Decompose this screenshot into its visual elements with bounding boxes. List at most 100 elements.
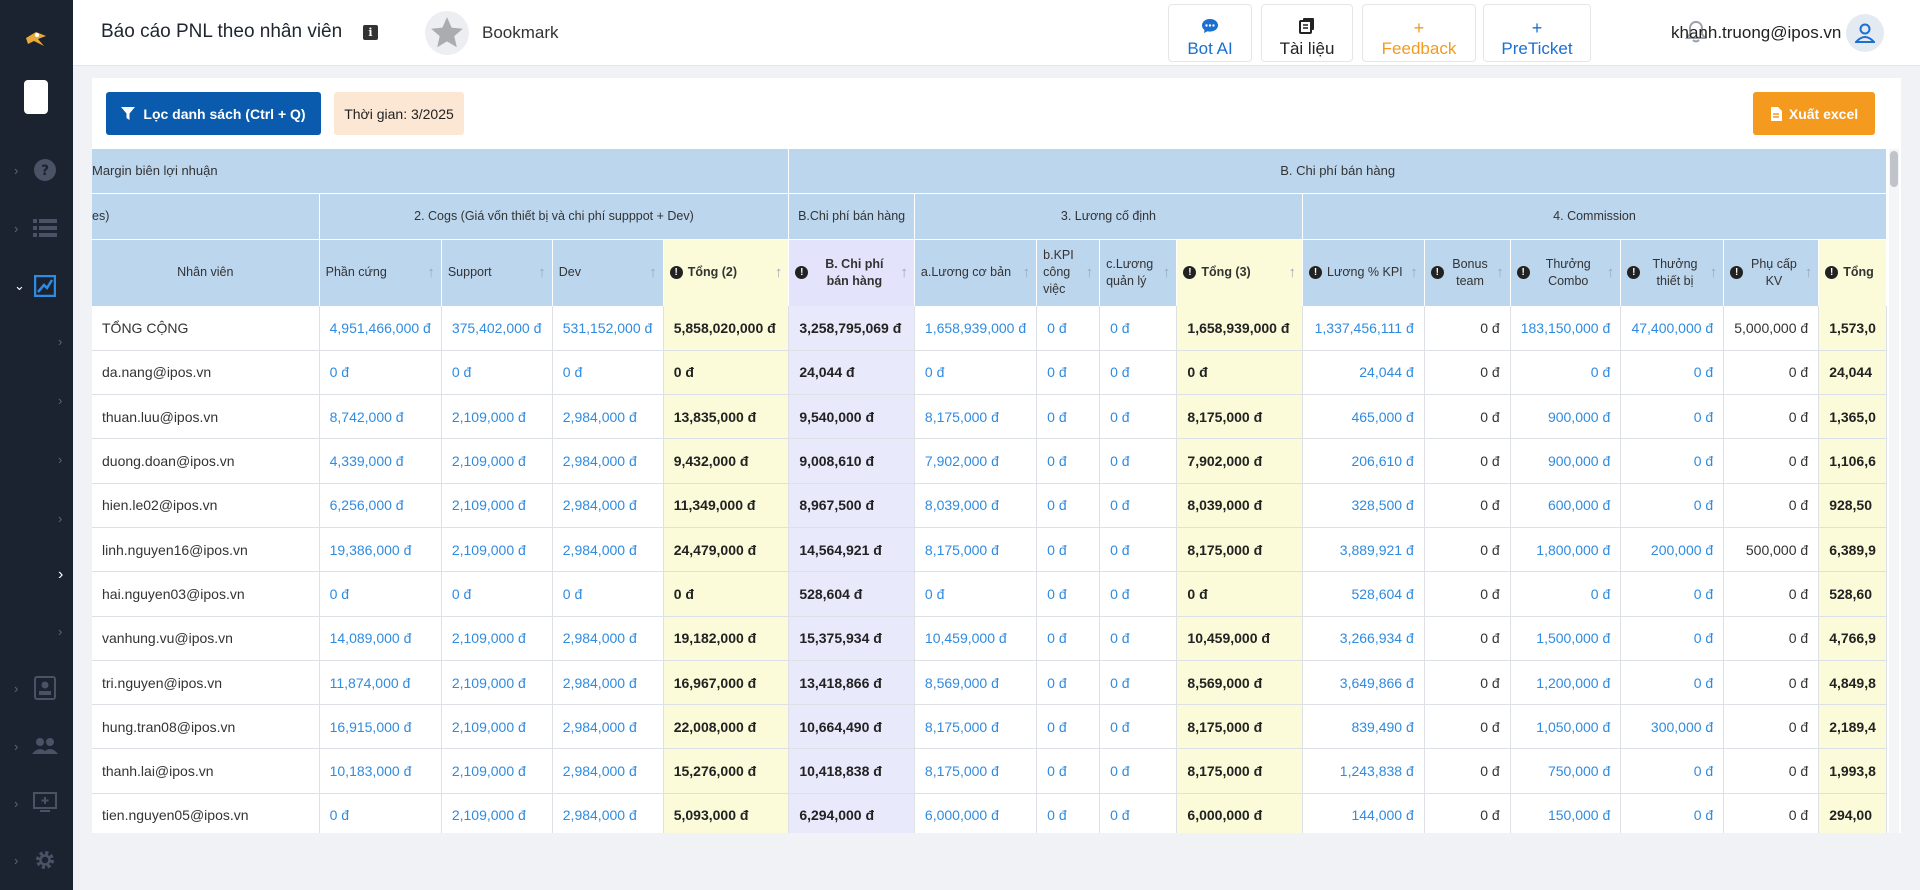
col-header-bonus-team[interactable]: ! Bonus team ↑ xyxy=(1424,239,1511,306)
app-logo[interactable] xyxy=(22,26,50,50)
value-cell[interactable]: 2,984,000 đ xyxy=(552,527,664,573)
value-cell[interactable]: 0 đ xyxy=(1099,527,1178,573)
value-cell[interactable]: 900,000 đ xyxy=(1510,394,1622,440)
value-cell[interactable]: 0 đ xyxy=(441,350,553,396)
value-cell[interactable]: 2,984,000 đ xyxy=(552,660,664,706)
col-header-selling-cost[interactable]: ! B. Chi phí bán hàng ↑ xyxy=(788,239,915,306)
value-cell[interactable]: 2,109,000 đ xyxy=(441,793,553,833)
sidebar-item-monitor[interactable]: › xyxy=(0,785,73,821)
value-cell[interactable]: 3,649,866 đ xyxy=(1302,660,1425,706)
value-cell[interactable]: 0 đ xyxy=(1036,704,1101,750)
value-cell[interactable]: 531,152,000 đ xyxy=(552,306,664,351)
sort-up-icon[interactable]: ↑ xyxy=(1607,264,1615,281)
value-cell[interactable]: 0 đ xyxy=(914,571,1038,617)
value-cell[interactable]: 2,109,000 đ xyxy=(441,616,553,661)
value-cell[interactable]: 0 đ xyxy=(1036,438,1101,484)
value-cell[interactable]: 1,243,838 đ xyxy=(1302,748,1425,794)
chevron-right-icon[interactable]: › xyxy=(58,393,62,408)
sort-up-icon[interactable]: ↑ xyxy=(1410,264,1418,281)
value-cell[interactable]: 47,400,000 đ xyxy=(1620,306,1725,351)
value-cell[interactable]: 2,109,000 đ xyxy=(441,660,553,706)
vertical-scroll-thumb[interactable] xyxy=(1890,151,1898,187)
value-cell[interactable]: 0 đ xyxy=(1620,571,1725,617)
chevron-right-icon[interactable]: › xyxy=(58,511,62,526)
sidebar-item-reports[interactable]: ⌄ xyxy=(0,268,73,304)
value-cell[interactable]: 8,175,000 đ xyxy=(914,748,1038,794)
bookmark-star-button[interactable] xyxy=(425,11,469,55)
sort-up-icon[interactable]: ↑ xyxy=(538,264,546,281)
col-header-area-allowance[interactable]: ! Phụ cấp KV ↑ xyxy=(1723,239,1820,306)
table-total-row[interactable]: TỔNG CỘNG 4,951,466,000 đ 375,402,000 đ 531… xyxy=(92,306,1887,351)
value-cell[interactable]: 150,000 đ xyxy=(1510,793,1622,833)
value-cell[interactable]: 1,658,939,000 đ xyxy=(914,306,1038,351)
value-cell[interactable]: 328,500 đ xyxy=(1302,483,1425,528)
value-cell[interactable]: 465,000 đ xyxy=(1302,394,1425,440)
sort-up-icon[interactable]: ↑ xyxy=(900,264,908,281)
value-cell[interactable]: 0 đ xyxy=(1036,748,1101,794)
value-cell[interactable]: 200,000 đ xyxy=(1620,527,1725,573)
value-cell[interactable]: 8,039,000 đ xyxy=(914,483,1038,528)
value-cell[interactable]: 206,610 đ xyxy=(1302,438,1425,484)
value-cell[interactable]: 0 đ xyxy=(1099,704,1178,750)
filter-list-button[interactable]: Lọc danh sách (Ctrl + Q) xyxy=(106,92,321,135)
value-cell[interactable]: 2,109,000 đ xyxy=(441,704,553,750)
value-cell[interactable]: 2,984,000 đ xyxy=(552,704,664,750)
value-cell[interactable]: 19,386,000 đ xyxy=(319,527,442,573)
table-row[interactable]: vanhung.vu@ipos.vn 14,089,000 đ 2,109,000 … xyxy=(92,616,1887,661)
chevron-right-icon[interactable]: › xyxy=(58,624,62,639)
col-header-support[interactable]: Support ↑ xyxy=(441,239,553,306)
value-cell[interactable]: 0 đ xyxy=(1620,748,1725,794)
value-cell[interactable]: 2,109,000 đ xyxy=(441,748,553,794)
sidebar-item-users[interactable]: › xyxy=(0,728,73,764)
value-cell[interactable]: 16,915,000 đ xyxy=(319,704,442,750)
avatar[interactable] xyxy=(1846,14,1884,52)
sort-up-icon[interactable]: ↑ xyxy=(1023,264,1031,281)
value-cell[interactable]: 144,000 đ xyxy=(1302,793,1425,833)
value-cell[interactable]: 0 đ xyxy=(1036,306,1101,351)
col-header-device-bonus[interactable]: ! Thưởng thiết bị ↑ xyxy=(1620,239,1725,306)
value-cell[interactable]: 8,175,000 đ xyxy=(914,527,1038,573)
col-header-manager-salary[interactable]: c.Lương quản lý ↑ xyxy=(1099,239,1178,306)
value-cell[interactable]: 0 đ xyxy=(319,350,442,396)
value-cell[interactable]: 2,109,000 đ xyxy=(441,527,553,573)
value-cell[interactable]: 0 đ xyxy=(1099,306,1178,351)
value-cell[interactable]: 0 đ xyxy=(1036,793,1101,833)
value-cell[interactable]: 2,984,000 đ xyxy=(552,438,664,484)
time-filter-chip[interactable]: Thời gian: 3/2025 xyxy=(334,92,464,135)
value-cell[interactable]: 1,050,000 đ xyxy=(1510,704,1622,750)
chevron-right-icon[interactable]: › xyxy=(58,452,62,467)
table-row[interactable]: linh.nguyen16@ipos.vn 19,386,000 đ 2,109,0… xyxy=(92,527,1887,573)
value-cell[interactable]: 0 đ xyxy=(1036,616,1101,661)
value-cell[interactable]: 0 đ xyxy=(1510,350,1622,396)
value-cell[interactable]: 0 đ xyxy=(1036,483,1101,528)
value-cell[interactable]: 0 đ xyxy=(1099,748,1178,794)
value-cell[interactable]: 0 đ xyxy=(552,350,664,396)
value-cell[interactable]: 3,889,921 đ xyxy=(1302,527,1425,573)
value-cell[interactable]: 600,000 đ xyxy=(1510,483,1622,528)
feedback-button[interactable]: + Feedback xyxy=(1362,4,1476,62)
workspace-selector[interactable] xyxy=(24,80,48,114)
info-circle-icon[interactable]: ! xyxy=(669,266,683,280)
value-cell[interactable]: 1,500,000 đ xyxy=(1510,616,1622,661)
user-email[interactable]: khanh.truong@ipos.vn xyxy=(1671,23,1841,43)
value-cell[interactable]: 0 đ xyxy=(319,793,442,833)
value-cell[interactable]: 0 đ xyxy=(1620,483,1725,528)
value-cell[interactable]: 2,109,000 đ xyxy=(441,394,553,440)
sort-up-icon[interactable]: ↑ xyxy=(775,264,783,281)
info-circle-icon[interactable]: ! xyxy=(1309,266,1323,280)
value-cell[interactable]: 0 đ xyxy=(1620,616,1725,661)
value-cell[interactable]: 2,984,000 đ xyxy=(552,748,664,794)
value-cell[interactable]: 0 đ xyxy=(1099,483,1178,528)
value-cell[interactable]: 750,000 đ xyxy=(1510,748,1622,794)
table-row[interactable]: tri.nguyen@ipos.vn 11,874,000 đ 2,109,000 … xyxy=(92,660,1887,706)
vertical-scrollbar[interactable] xyxy=(1889,149,1899,833)
table-row[interactable]: da.nang@ipos.vn 0 đ0 đ0 đ0 đ 24,044 đ0 đ0 … xyxy=(92,350,1887,396)
value-cell[interactable]: 375,402,000 đ xyxy=(441,306,553,351)
sidebar-item-contacts[interactable]: › xyxy=(0,670,73,706)
value-cell[interactable]: 8,569,000 đ xyxy=(914,660,1038,706)
sidebar-item-list[interactable]: › xyxy=(0,210,73,246)
pnl-table-viewport[interactable]: Margin biên lợi nhuận B. Chi phí bán hàn… xyxy=(92,149,1887,833)
value-cell[interactable]: 0 đ xyxy=(1620,350,1725,396)
value-cell[interactable]: 0 đ xyxy=(1036,660,1101,706)
value-cell[interactable]: 10,183,000 đ xyxy=(319,748,442,794)
